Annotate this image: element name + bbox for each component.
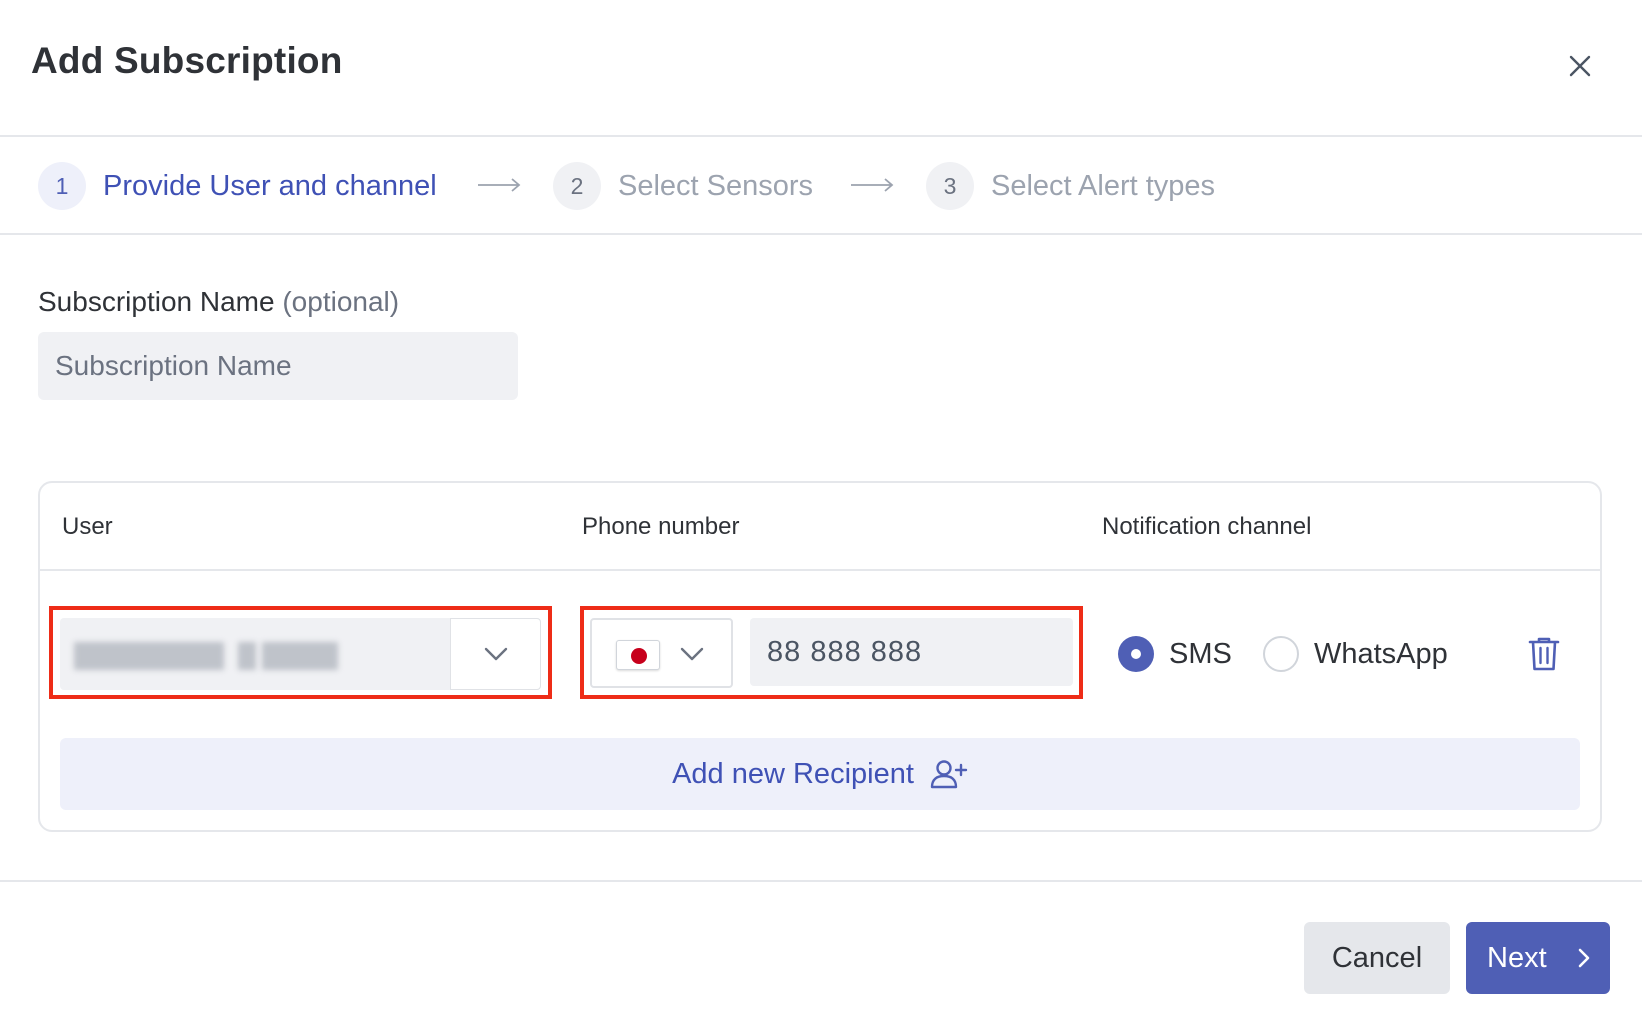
japan-flag-icon [616,640,660,670]
user-dropdown-button[interactable] [450,618,541,690]
column-header-phone: Phone number [582,513,740,540]
phone-number-input[interactable]: 88 888 888 [750,618,1073,686]
channel-option-sms[interactable]: SMS [1118,636,1232,672]
close-icon[interactable] [1569,55,1591,77]
step-label: Select Sensors [618,169,814,202]
subscription-name-label: Subscription Name (optional) [38,286,399,318]
add-recipient-label: Add new Recipient [672,757,914,790]
redacted-user-name [74,642,338,670]
step-provide-user: 1 Provide User and channel [38,162,437,210]
step-label: Select Alert types [991,169,1216,202]
column-header-user: User [62,513,113,540]
subscription-name-label-text: Subscription Name [38,286,275,317]
add-user-icon [930,760,968,789]
next-button[interactable]: Next [1466,922,1610,994]
stepper: 1 Provide User and channel 2 Select Sens… [0,139,1642,235]
cancel-button[interactable]: Cancel [1304,922,1450,994]
user-select[interactable] [60,618,541,690]
column-header-channel: Notification channel [1102,513,1312,540]
step-number: 2 [553,162,601,210]
step-number: 3 [926,162,974,210]
recipients-table-header: User Phone number Notification channel [40,483,1600,571]
subscription-name-input[interactable] [38,332,518,400]
channel-label: WhatsApp [1314,637,1448,670]
radio-unselected[interactable] [1263,636,1299,672]
step-number: 1 [38,162,86,210]
channel-label: SMS [1169,637,1232,670]
trash-icon[interactable] [1527,636,1561,672]
dialog-title: Add Subscription [31,40,343,81]
dialog-header: Add Subscription [0,0,1642,137]
chevron-down-icon [680,647,704,661]
add-recipient-button[interactable]: Add new Recipient [60,738,1580,810]
channel-option-whatsapp[interactable]: WhatsApp [1263,636,1448,672]
country-code-select[interactable] [590,618,733,688]
optional-label: (optional) [282,286,400,317]
step-select-sensors: 2 Select Sensors [553,162,813,210]
arrow-right-icon [851,178,894,192]
next-button-label: Next [1487,941,1547,974]
arrow-right-icon [478,178,521,192]
radio-selected[interactable] [1118,636,1154,672]
footer-divider [0,880,1642,882]
chevron-right-icon [1578,948,1590,968]
close-button[interactable] [1558,44,1602,88]
chevron-down-icon [484,647,507,661]
step-select-alert-types: 3 Select Alert types [926,162,1215,210]
step-label: Provide User and channel [103,169,437,202]
